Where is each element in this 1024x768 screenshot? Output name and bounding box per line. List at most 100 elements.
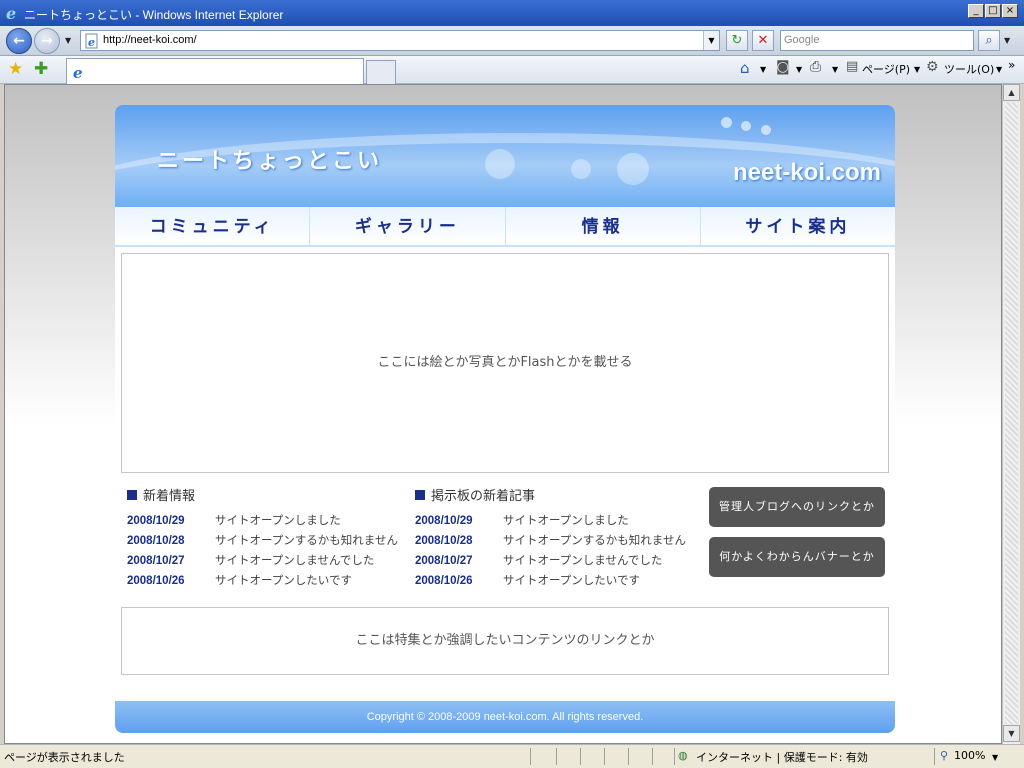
nav-item-gallery[interactable]: ギャラリー <box>310 207 506 245</box>
status-divider <box>604 748 605 765</box>
maximize-button[interactable]: □ <box>985 4 1001 18</box>
feeds-dropdown-icon[interactable]: ▼ <box>796 65 802 74</box>
news-date: 2008/10/29 <box>127 515 185 527</box>
back-button[interactable]: ← <box>6 28 32 54</box>
search-button[interactable]: ⌕ <box>978 30 1000 51</box>
close-button[interactable]: × <box>1002 4 1018 18</box>
news-text: サイトオープンしたいです <box>215 573 352 587</box>
stop-icon: ✕ <box>757 33 769 48</box>
nav-item-site-guide[interactable]: サイト案内 <box>701 207 895 245</box>
board-date: 2008/10/27 <box>415 555 473 567</box>
forward-arrow-icon: → <box>41 33 53 49</box>
page-menu-icon: ▤ <box>846 59 859 74</box>
nav-item-community[interactable]: コミュニティ <box>115 207 311 245</box>
search-placeholder: Google <box>784 34 820 46</box>
bubble-decoration <box>741 121 751 131</box>
site-logo-domain[interactable]: neet-koi.com <box>733 159 881 187</box>
search-icon: ⌕ <box>985 33 993 48</box>
print-icon[interactable]: ⎙ <box>810 59 821 75</box>
board-item[interactable]: 2008/10/29 サイトオープンしました <box>415 512 695 532</box>
news-item[interactable]: 2008/10/26 サイトオープンしたいです <box>127 572 407 592</box>
news-text: サイトオープンするかも知れません <box>215 533 398 547</box>
chevron-more-icon[interactable]: » <box>1008 58 1015 72</box>
site-logo-japanese[interactable]: ニートちょっとこい <box>157 143 382 175</box>
admin-blog-banner[interactable]: 管理人ブログへのリンクとか <box>709 487 885 527</box>
status-divider <box>628 748 629 765</box>
news-date: 2008/10/27 <box>127 555 185 567</box>
news-item[interactable]: 2008/10/29 サイトオープンしました <box>127 512 407 532</box>
nav-item-info[interactable]: 情報 <box>506 207 701 245</box>
board-item[interactable]: 2008/10/27 サイトオープンしませんでした <box>415 552 695 572</box>
search-options-icon[interactable]: ▼ <box>1004 36 1010 45</box>
board-date: 2008/10/26 <box>415 575 473 587</box>
home-dropdown-icon[interactable]: ▼ <box>760 65 766 74</box>
news-item[interactable]: 2008/10/27 サイトオープンしませんでした <box>127 552 407 572</box>
zoom-dropdown-icon[interactable]: ▼ <box>992 753 998 762</box>
page-icon: e <box>85 33 98 49</box>
heading-square-icon <box>127 490 137 500</box>
news-text: サイトオープンしました <box>215 513 341 527</box>
site-footer: Copyright © 2008-2009 neet-koi.com. All … <box>115 701 895 733</box>
status-divider <box>652 748 653 765</box>
zoom-level[interactable]: 100% <box>954 749 985 762</box>
print-dropdown-icon[interactable]: ▼ <box>832 65 838 74</box>
news-section: 新着情報 2008/10/29 サイトオープンしました 2008/10/28 サイト… <box>127 485 407 592</box>
news-date: 2008/10/28 <box>127 535 185 547</box>
refresh-icon: ↻ <box>731 33 743 48</box>
board-date: 2008/10/29 <box>415 515 473 527</box>
global-navigation: コミュニティ ギャラリー 情報 サイト案内 <box>115 207 895 247</box>
bubble-decoration <box>617 153 649 185</box>
minimize-button[interactable]: _ <box>968 4 984 18</box>
history-dropdown-icon[interactable]: ▼ <box>65 36 71 45</box>
tools-gear-icon: ⚙ <box>926 59 939 75</box>
status-divider <box>530 748 531 765</box>
board-text: サイトオープンしませんでした <box>503 553 663 567</box>
news-date: 2008/10/26 <box>127 575 185 587</box>
search-input[interactable]: Google <box>780 30 974 51</box>
status-bar: ページが表示されました ◍ インターネット | 保護モード: 有効 ⚲ 100%… <box>0 744 1024 768</box>
page-menu[interactable]: ページ(P) <box>862 61 910 77</box>
new-tab-button[interactable] <box>366 60 396 84</box>
board-item[interactable]: 2008/10/26 サイトオープンしたいです <box>415 572 695 592</box>
url-text: http://neet-koi.com/ <box>103 34 197 46</box>
status-divider <box>934 748 935 765</box>
hero-placeholder: ここには絵とか写真とかFlashとかを載せる <box>121 253 889 473</box>
board-item[interactable]: 2008/10/28 サイトオープンするかも知れません <box>415 532 695 552</box>
misc-banner[interactable]: 何かよくわからんバナーとか <box>709 537 885 577</box>
refresh-button[interactable]: ↻ <box>726 30 748 51</box>
status-text: ページが表示されました <box>4 751 125 764</box>
forward-button[interactable]: → <box>34 28 60 54</box>
board-heading: 掲示板の新着記事 <box>415 485 695 504</box>
address-dropdown-icon[interactable]: ▼ <box>703 31 719 50</box>
svg-text:e: e <box>73 64 83 80</box>
scroll-down-icon[interactable]: ▼ <box>1003 725 1020 742</box>
news-item[interactable]: 2008/10/28 サイトオープンするかも知れません <box>127 532 407 552</box>
security-zone[interactable]: インターネット | 保護モード: 有効 <box>696 749 868 765</box>
board-text: サイトオープンしたいです <box>503 573 640 587</box>
board-date: 2008/10/28 <box>415 535 473 547</box>
favorites-star-icon[interactable]: ★ <box>8 59 23 79</box>
window-title: ニートちょっとこい - Windows Internet Explorer <box>24 8 284 22</box>
page-menu-dropdown-icon[interactable]: ▼ <box>914 65 920 74</box>
window-title-bar[interactable]: e ニートちょっとこい - Windows Internet Explorer … <box>0 0 1024 26</box>
browser-tab[interactable]: e <box>66 58 364 84</box>
site-header: ニートちょっとこい neet-koi.com <box>115 105 895 207</box>
bubble-decoration <box>761 125 771 135</box>
tools-menu[interactable]: ツール(O) <box>944 61 994 77</box>
scroll-track[interactable] <box>1005 102 1018 724</box>
feeds-icon[interactable]: ◙ <box>776 59 790 75</box>
add-favorite-icon[interactable]: ✚ <box>34 59 48 79</box>
bubble-decoration <box>485 149 515 179</box>
status-divider <box>674 748 675 765</box>
site-container: ニートちょっとこい neet-koi.com コミュニティ ギャラリー 情報 サ… <box>115 105 895 735</box>
back-arrow-icon: ← <box>13 33 25 49</box>
ie-logo-icon: e <box>6 4 16 22</box>
vertical-scrollbar[interactable]: ▲ ▼ <box>1002 84 1020 744</box>
address-bar[interactable]: e http://neet-koi.com/ ▼ <box>80 30 720 51</box>
scroll-up-icon[interactable]: ▲ <box>1003 84 1020 101</box>
home-icon[interactable]: ⌂ <box>740 59 750 77</box>
stop-button[interactable]: ✕ <box>752 30 774 51</box>
internet-zone-icon: ◍ <box>678 749 688 762</box>
tools-menu-dropdown-icon[interactable]: ▼ <box>996 65 1002 74</box>
tab-ie-icon: e <box>73 64 83 80</box>
